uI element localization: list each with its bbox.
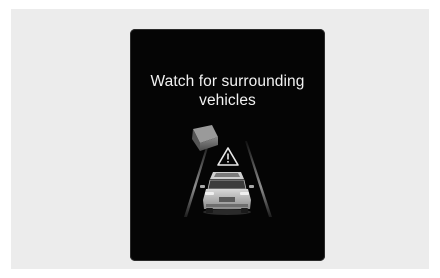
surrounding-vehicle-icon bbox=[192, 125, 218, 151]
cluster-display: Watch for surrounding vehicles bbox=[130, 29, 325, 261]
own-vehicle-rear-icon bbox=[200, 172, 254, 215]
warning-triangle-icon bbox=[217, 147, 239, 166]
road-scene bbox=[184, 125, 272, 217]
